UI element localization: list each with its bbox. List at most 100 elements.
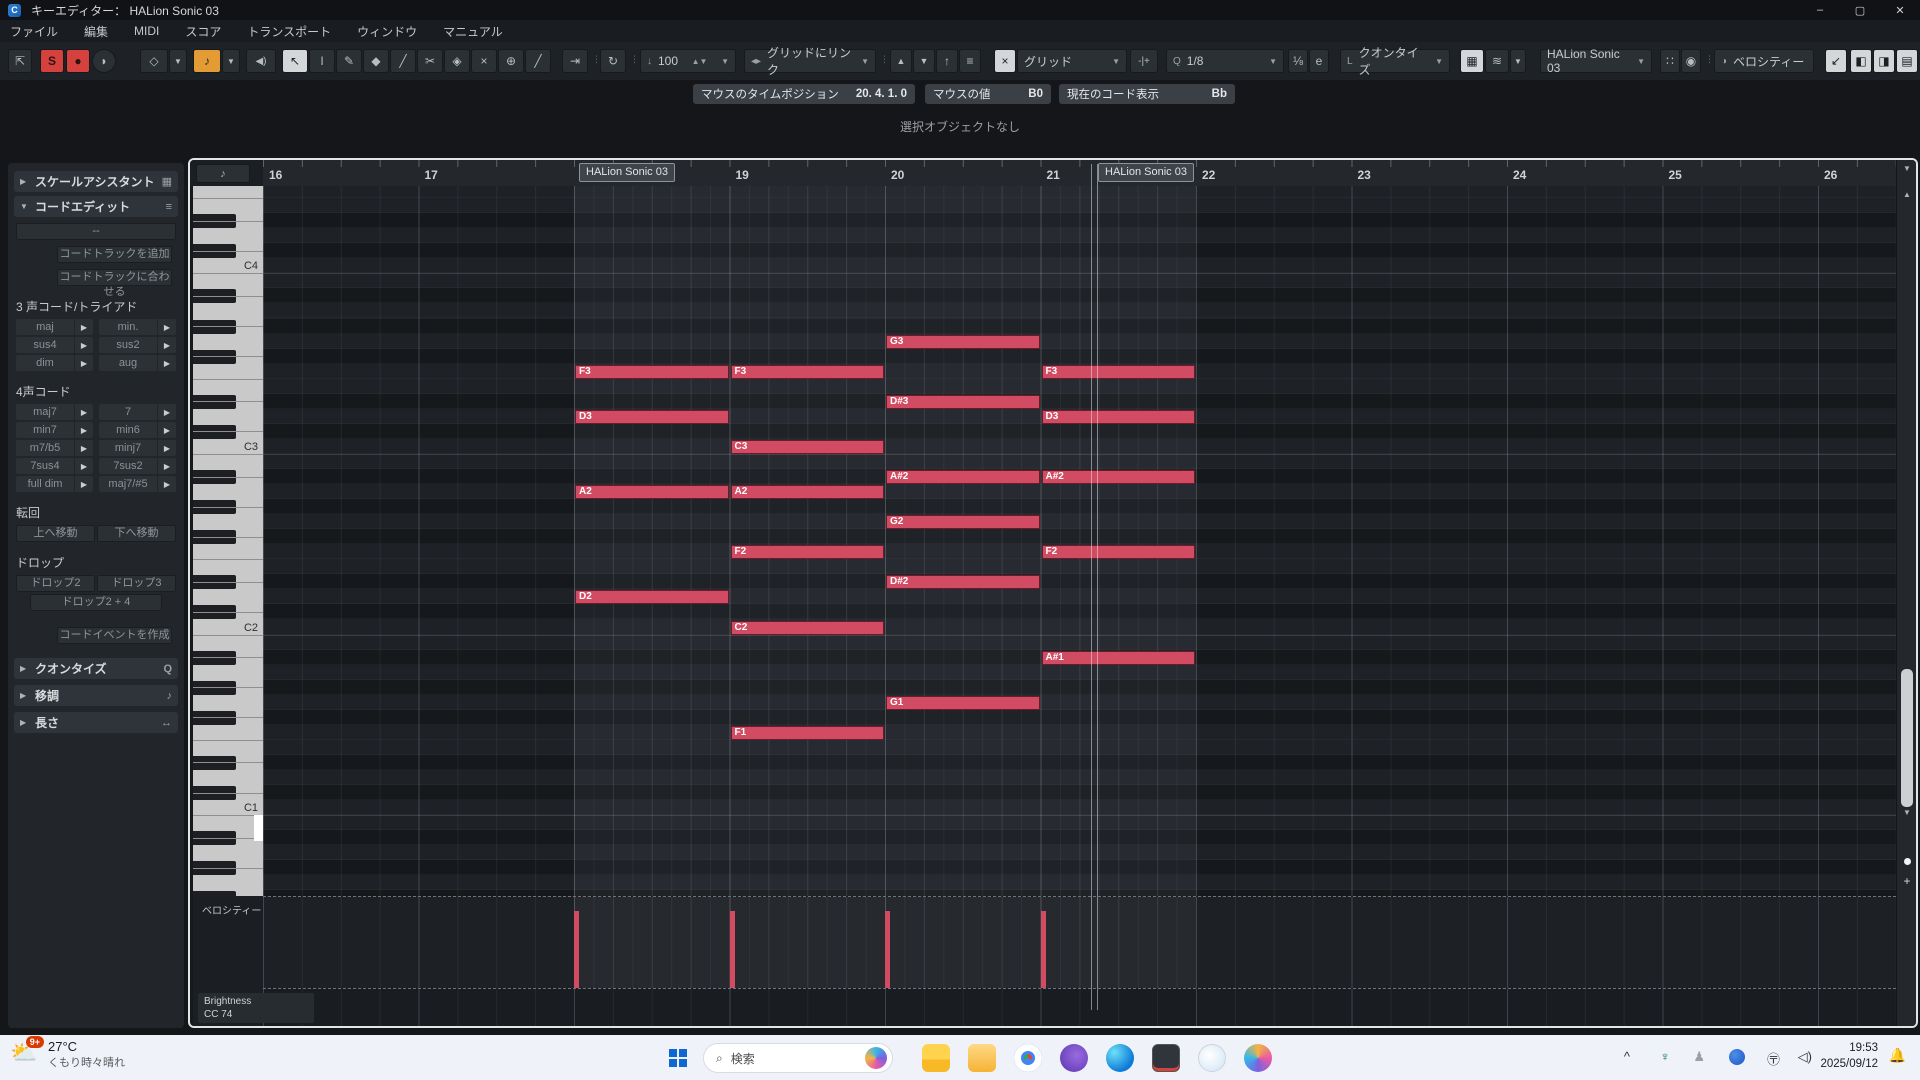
event-colors-dropdown[interactable]: ◑ ベロシティー <box>1714 49 1814 73</box>
triad-sub-caret-icon[interactable]: ▶ <box>75 355 93 371</box>
four-note-sub-caret-icon[interactable]: ▶ <box>75 440 93 456</box>
notification-bell-icon[interactable]: 🔔 <box>1889 1047 1906 1064</box>
minimize-button[interactable]: – <box>1800 4 1840 17</box>
four-note-button-3-0[interactable]: 7sus4▶ <box>16 458 93 474</box>
taskbar-app-light-app-icon[interactable] <box>1198 1044 1226 1072</box>
midi-note-F3-bar21[interactable]: F3 <box>1042 365 1196 379</box>
midi-note-D#2-bar20[interactable]: D#2 <box>886 575 1040 589</box>
copilot-icon[interactable] <box>1729 1049 1745 1068</box>
mute-tool-icon[interactable]: × <box>471 49 497 73</box>
midi-note-D2-bar18[interactable]: D2 <box>575 590 729 604</box>
velocity-bar-21[interactable] <box>1041 911 1046 988</box>
vertical-scrollbar[interactable]: ▼ ▲ ▼ + <box>1896 160 1916 1026</box>
midi-note-A2-bar18[interactable]: A2 <box>575 485 729 499</box>
step-input-icon[interactable]: ♪ <box>193 49 221 73</box>
taskbar-app-cubase-icon[interactable] <box>1152 1044 1180 1072</box>
search-box[interactable]: ⌕ 検索 <box>703 1043 893 1073</box>
loop-menu-dots[interactable]: ⋮ <box>630 54 633 65</box>
corner-arrow-icon[interactable]: ↙ <box>1825 49 1847 73</box>
section-quantize[interactable]: ▶クオンタイズ Q <box>14 658 178 679</box>
close-button[interactable]: ✕ <box>1880 4 1920 17</box>
four-note-sub-caret-icon[interactable]: ▶ <box>75 404 93 420</box>
solo-button[interactable]: S <box>40 49 64 73</box>
record-button[interactable]: ● <box>66 49 90 73</box>
transpose-down-icon[interactable]: ▼ <box>913 49 935 73</box>
cc-lane[interactable] <box>263 988 1896 1028</box>
four-note-button-2-1[interactable]: minj7▶ <box>99 440 176 456</box>
transpose-more-icon[interactable]: ≡ <box>959 49 981 73</box>
piano-view-icon[interactable]: ▦ <box>1460 49 1484 73</box>
drop-button-1[interactable]: ドロップ3 <box>97 575 176 592</box>
midi-note-G1-bar20[interactable]: G1 <box>886 696 1040 710</box>
menu-item-2[interactable]: MIDI <box>134 24 159 38</box>
draw-tool-icon[interactable]: ✎ <box>336 49 362 73</box>
link-grid-menu-dots[interactable]: ⋮ <box>880 54 883 65</box>
line-tool-icon[interactable]: ╱ <box>525 49 551 73</box>
piano-keyboard[interactable]: C4C3C2C1 <box>193 186 263 896</box>
midi-note-F2-bar21[interactable]: F2 <box>1042 545 1196 559</box>
section-transpose[interactable]: ▶移調 ♪ <box>14 685 178 706</box>
menu-item-0[interactable]: ファイル <box>10 23 58 40</box>
range-tool-icon[interactable]: I <box>309 49 335 73</box>
menu-item-6[interactable]: マニュアル <box>443 23 503 40</box>
four-note-button-3-1[interactable]: 7sus2▶ <box>99 458 176 474</box>
right-zone-icon[interactable]: ◨ <box>1873 49 1895 73</box>
midi-note-C3-bar19[interactable]: C3 <box>731 440 885 454</box>
maximize-button[interactable]: ▢ <box>1840 4 1880 17</box>
insert-velocity-value[interactable]: 100 <box>658 54 678 68</box>
quantize-preset-dropdown[interactable]: Q 1/8 ▼ <box>1166 49 1284 73</box>
chevron-up-icon[interactable]: ^ <box>1624 1049 1630 1064</box>
transpose-up-icon[interactable]: ▲ <box>890 49 912 73</box>
grid-type-dropdown[interactable]: グリッド ▼ <box>1017 49 1127 73</box>
zoom-tool-icon[interactable]: ⊕ <box>498 49 524 73</box>
four-note-sub-caret-icon[interactable]: ▶ <box>158 422 176 438</box>
ruler-part-tag-0[interactable]: HALion Sonic 03 <box>579 163 675 182</box>
four-note-button-0-1[interactable]: 7▶ <box>99 404 176 420</box>
inversion-button-0[interactable]: 上へ移動 <box>16 525 95 542</box>
taskbar-app-edge-icon[interactable] <box>1106 1044 1134 1072</box>
taskbar-app-file-explorer-icon[interactable] <box>922 1044 950 1072</box>
pitch-visibility-icon[interactable]: ◇ <box>140 49 168 73</box>
zoom-preset-dot[interactable] <box>1904 858 1911 865</box>
velocity-bar-18[interactable] <box>574 911 579 988</box>
create-chord-event-button[interactable]: コードイベントを作成 <box>57 627 172 644</box>
four-note-button-1-1[interactable]: min6▶ <box>99 422 176 438</box>
midi-note-F3-bar18[interactable]: F3 <box>575 365 729 379</box>
drop-2-4-button[interactable]: ドロップ2 + 4 <box>30 594 162 611</box>
insert-velocity-field[interactable]: ↓ 100 ▲▼ ▼ <box>640 49 736 73</box>
midi-note-D3-bar21[interactable]: D3 <box>1042 410 1196 424</box>
midi-note-F2-bar19[interactable]: F2 <box>731 545 885 559</box>
velocity-spinner[interactable]: ▲▼ <box>692 57 708 66</box>
weather-widget[interactable]: ⛅ 9+ 27°C くもり時々晴れ <box>10 1039 125 1070</box>
taskbar-app-browser-icon[interactable] <box>1244 1044 1272 1072</box>
loop-icon[interactable]: ↻ <box>600 49 626 73</box>
velocity-lane[interactable] <box>263 896 1896 988</box>
step-input-caret[interactable]: ▼ <box>222 49 240 73</box>
four-note-sub-caret-icon[interactable]: ▶ <box>75 458 93 474</box>
note-display-button[interactable]: ♪ <box>196 164 250 183</box>
select-tool-icon[interactable]: ↖ <box>282 49 308 73</box>
trim-tool-icon[interactable]: ╱ <box>390 49 416 73</box>
four-note-sub-caret-icon[interactable]: ▶ <box>75 422 93 438</box>
part-menu-dots[interactable]: ⋮ <box>1705 54 1708 65</box>
taskbar-app-photos-icon[interactable] <box>1060 1044 1088 1072</box>
transpose-octave-icon[interactable]: ↑ <box>936 49 958 73</box>
four-note-sub-caret-icon[interactable]: ▶ <box>75 476 93 492</box>
match-chord-track-button[interactable]: コードトラックに合わせる <box>57 269 172 286</box>
scroll-up-icon[interactable]: ▲ <box>1900 190 1914 199</box>
acoustic-feedback-icon[interactable]: ◗ <box>92 49 116 73</box>
speaker-toggle-icon[interactable]: ◀) <box>246 49 276 73</box>
four-note-button-0-0[interactable]: maj7▶ <box>16 404 93 420</box>
autoscroll-menu-dots[interactable]: ⋮ <box>592 54 595 65</box>
people-icon[interactable]: ♟ <box>1693 1049 1705 1065</box>
four-note-sub-caret-icon[interactable]: ▶ <box>158 440 176 456</box>
ruler-part-tag-1[interactable]: HALion Sonic 03 <box>1098 163 1194 182</box>
split-tool-icon[interactable]: ✂ <box>417 49 443 73</box>
triad-button-2-0[interactable]: dim▶ <box>16 355 93 371</box>
velocity-bar-19[interactable] <box>730 911 735 988</box>
midi-note-G3-bar20[interactable]: G3 <box>886 335 1040 349</box>
swing-icon[interactable]: ⅛ <box>1288 49 1308 73</box>
section-chord-edit[interactable]: ▼コードエディット ≡ <box>14 196 178 217</box>
inversion-button-1[interactable]: 下へ移動 <box>97 525 176 542</box>
midi-note-F1-bar19[interactable]: F1 <box>731 726 885 740</box>
